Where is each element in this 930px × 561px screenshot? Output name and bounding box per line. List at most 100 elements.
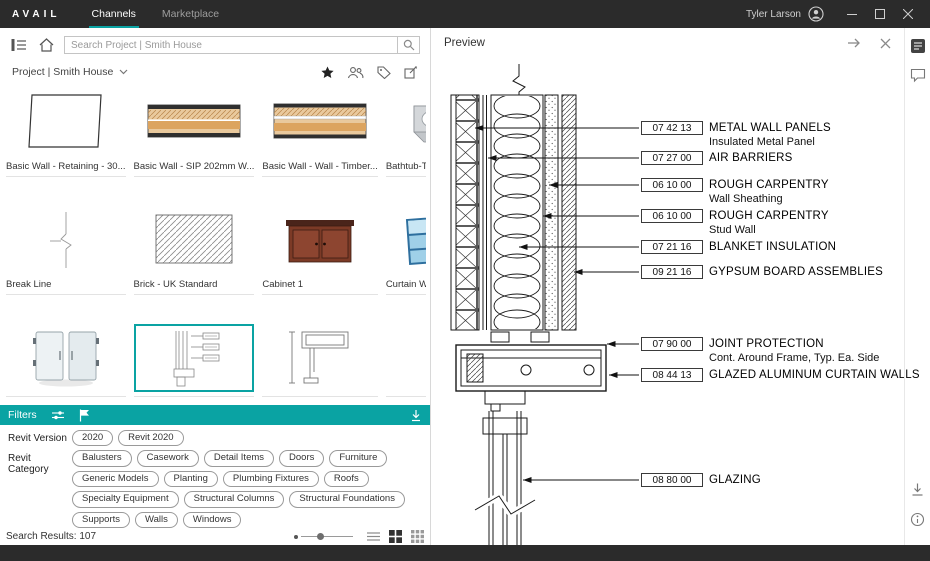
user-menu[interactable]: Tyler Larson [746,6,824,22]
callout-rough-carpentry-stud: 06 10 00 ROUGH CARPENTRY Stud Wall [641,209,829,237]
filter-chip[interactable]: Generic Models [72,471,159,487]
spec-code: 09 21 16 [641,265,703,279]
thumbnail-curtain-wall [386,206,426,274]
filter-chip[interactable]: Balusters [72,450,132,466]
comments-icon[interactable] [910,68,926,83]
callout-title: AIR BARRIERS [709,151,793,165]
open-external-icon[interactable] [847,37,862,49]
callout-subtitle: Insulated Metal Panel [709,135,831,149]
download-icon[interactable] [910,482,925,497]
filter-chip[interactable]: Structural Foundations [289,491,405,507]
search-results-count: Search Results: 107 [6,531,96,542]
grid-item-selected[interactable] [132,322,257,405]
filter-chip-list: Balusters Casework Detail Items Doors Furnit… [72,450,422,528]
sliders-icon[interactable] [51,409,65,421]
filter-chip[interactable]: Specialty Equipment [72,491,179,507]
spec-code: 07 27 00 [641,151,703,165]
app-logo: AVAIL [12,9,61,20]
close-preview-icon[interactable] [880,38,891,49]
grid-item-label: Basic Wall - SIP 202mm W... [134,161,255,172]
list-view-icon[interactable] [367,530,380,543]
filter-chip[interactable]: Plumbing Fixtures [223,471,319,487]
callout-subtitle: Wall Sheathing [709,192,829,206]
filter-chip[interactable]: Furniture [329,450,387,466]
large-grid-view-icon[interactable] [411,530,424,543]
search-input[interactable] [65,37,397,53]
callout-joint-protection: 07 90 00 JOINT PROTECTION Cont. Around F… [641,337,879,365]
grid-item[interactable]: Bathtub-TOTO-Nexus-FBF... [384,86,426,204]
minimize-button[interactable] [838,0,866,28]
channel-list-icon[interactable] [10,37,28,53]
grid-item[interactable]: Basic Wall - Wall - Timber... [260,86,379,204]
users-icon[interactable] [347,66,364,79]
filter-group-revit-category: Revit Category Balusters Casework Detail I… [8,450,422,528]
filter-chip[interactable]: Casework [137,450,199,466]
preview-content: 07 42 13 METAL WALL PANELS Insulated Met… [431,58,904,545]
filter-chip[interactable]: Supports [72,512,130,528]
home-icon[interactable] [37,37,55,53]
filter-chip[interactable]: Detail Items [204,450,274,466]
filter-chip-list: 2020 Revit 2020 [72,430,422,446]
grid-item[interactable]: Break Line [4,204,128,322]
filter-group-label: Revit Category [8,450,72,475]
project-title[interactable]: Project | Smith House [12,66,113,78]
filter-chip[interactable]: Roofs [324,471,369,487]
preview-title: Preview [444,37,485,49]
favorite-icon[interactable] [321,66,334,79]
edit-icon[interactable] [404,66,418,79]
flag-icon[interactable] [79,409,90,422]
spec-code: 08 44 13 [641,368,703,382]
search-button[interactable] [397,37,419,53]
grid-item[interactable] [260,322,379,405]
preview-pane-icon[interactable] [910,38,926,54]
spec-code: 08 80 00 [641,473,703,487]
tab-channels[interactable]: Channels [79,0,149,28]
callout-glazing: 08 80 00 GLAZING [641,473,761,487]
grid-item[interactable]: Curtain Wall - SH_Curtain... [384,204,426,322]
callout-title: ROUGH CARPENTRY [709,178,829,192]
filter-chip[interactable]: 2020 [72,430,113,446]
tab-marketplace[interactable]: Marketplace [149,0,232,28]
grid-item[interactable]: Basic Wall - SIP 202mm W... [132,86,257,204]
library-toolbar [0,32,430,58]
grid-item[interactable] [384,322,426,405]
filter-chip[interactable]: Doors [279,450,324,466]
callout-title: ROUGH CARPENTRY [709,209,829,223]
thumbnail-size-slider[interactable] [294,535,353,539]
info-icon[interactable] [910,512,925,527]
callout-rough-carpentry-sheathing: 06 10 00 ROUGH CARPENTRY Wall Sheathing [641,178,829,206]
grid-item-label: Brick - UK Standard [134,279,255,290]
filter-chip[interactable]: Structural Columns [184,491,285,507]
titlebar: AVAIL Channels Marketplace Tyler Larson [0,0,930,28]
chevron-down-icon[interactable] [119,69,128,75]
filter-chip[interactable]: Planting [164,471,218,487]
thumbnail-basic-wall-timber [262,88,377,156]
thumbnail-bathtub [386,88,426,156]
callout-gypsum-board: 09 21 16 GYPSUM BOARD ASSEMBLIES [641,265,883,279]
preview-panel: Preview [430,28,930,545]
callout-title: METAL WALL PANELS [709,121,831,135]
callout-title: GLAZED ALUMINUM CURTAIN WALLS [709,368,920,382]
spec-code: 07 42 13 [641,121,703,135]
callout-title: GYPSUM BOARD ASSEMBLIES [709,265,883,279]
close-button[interactable] [894,0,922,28]
filter-chip[interactable]: Walls [135,512,178,528]
grid-item[interactable]: Basic Wall - Retaining - 30... [4,86,128,204]
thumbnail-glass-doors [6,324,126,392]
maximize-button[interactable] [866,0,894,28]
thumbnail-louver-column [386,324,426,392]
spec-code: 06 10 00 [641,209,703,223]
grid-item-label: Basic Wall - Wall - Timber... [262,161,377,172]
grid-view-icon[interactable] [389,530,402,543]
callout-blanket-insulation: 07 21 16 BLANKET INSULATION [641,240,836,254]
filter-chip[interactable]: Windows [183,512,242,528]
grid-item[interactable]: Cabinet 1 [260,204,379,322]
slider-min-dot [294,535,298,539]
tag-icon[interactable] [377,66,391,79]
slider-track[interactable] [301,536,353,537]
slider-handle[interactable] [317,533,324,540]
collapse-filters-icon[interactable] [410,409,422,422]
filter-chip[interactable]: Revit 2020 [118,430,183,446]
grid-item[interactable] [4,322,128,405]
grid-item[interactable]: Brick - UK Standard [132,204,257,322]
